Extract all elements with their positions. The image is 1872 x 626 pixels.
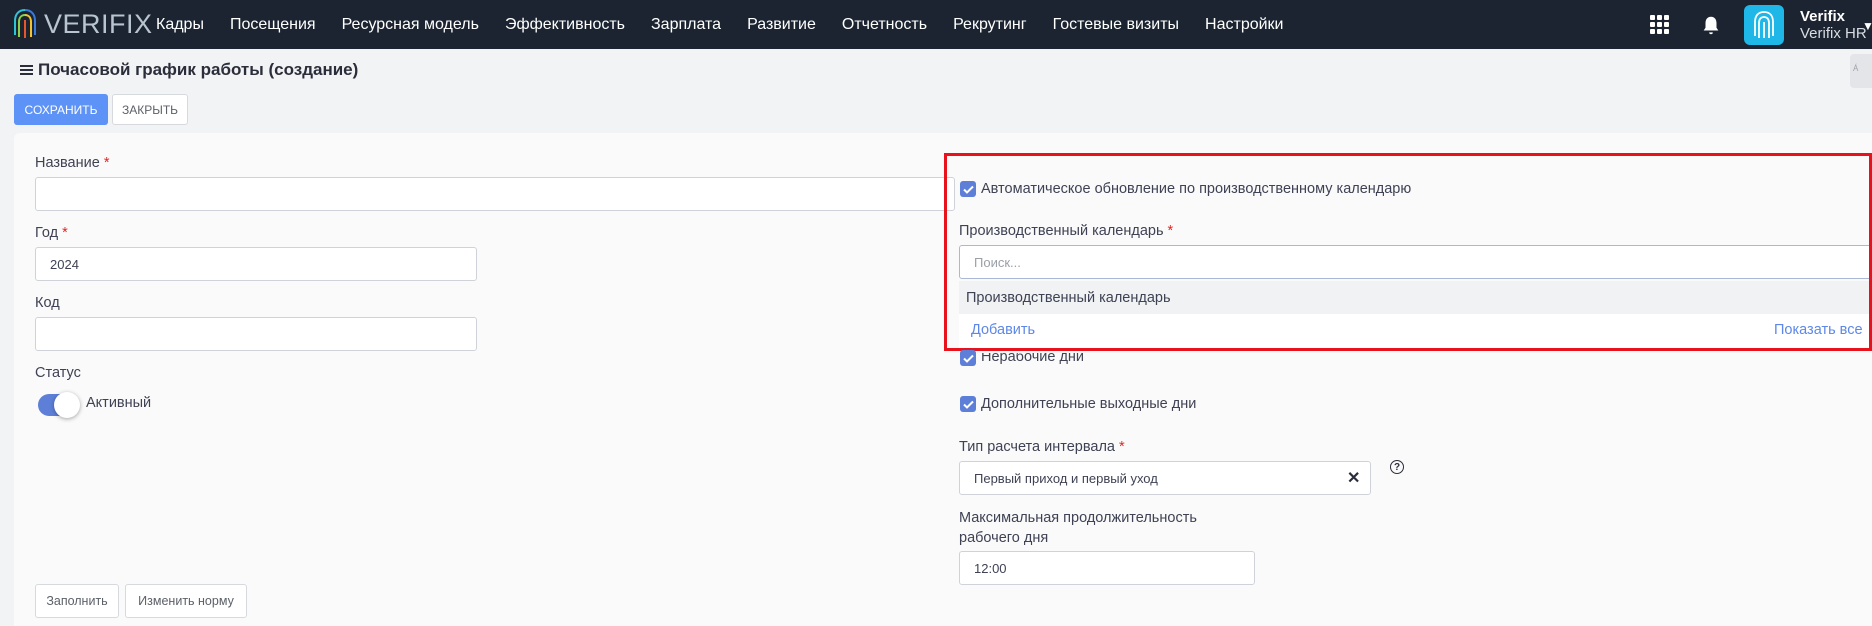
nav-item-kadry[interactable]: Кадры [156, 16, 204, 34]
top-navbar: VERIFIX Кадры Посещения Ресурсная модель… [0, 0, 1872, 49]
code-label: Код [35, 295, 60, 311]
side-panel-tab[interactable]: Á [1850, 54, 1872, 88]
user-org: Verifix HR [1800, 24, 1867, 42]
max-duration-input[interactable]: 12:00 [959, 551, 1255, 585]
user-name: Verifix [1800, 7, 1846, 25]
interval-type-select[interactable]: Первый приход и первый уход [959, 461, 1371, 495]
fingerprint-avatar-icon [1754, 10, 1774, 38]
help-icon[interactable]: ? [1390, 460, 1404, 474]
main-menu: Кадры Посещения Ресурсная модель Эффекти… [156, 0, 1309, 49]
nav-item-visits[interactable]: Посещения [230, 16, 316, 34]
toggle-knob [54, 392, 80, 418]
user-menu[interactable]: Verifix Verifix HR [1800, 8, 1867, 42]
check-icon [962, 354, 974, 363]
nav-item-guest-visits[interactable]: Гостевые визиты [1053, 16, 1179, 34]
nav-item-settings[interactable]: Настройки [1205, 16, 1283, 34]
extra-days-label: Дополнительные выходные дни [981, 396, 1197, 412]
logo[interactable]: VERIFIX [12, 6, 153, 42]
max-duration-label-line2: рабочего дня [959, 530, 1049, 546]
nav-item-recruiting[interactable]: Рекрутинг [953, 16, 1027, 34]
chevron-down-icon[interactable]: ▼ [1862, 19, 1872, 33]
year-label: Год * [35, 225, 68, 241]
status-label: Статус [35, 365, 81, 381]
apps-grid-icon[interactable] [1650, 14, 1670, 35]
interval-type-label: Тип расчета интервала * [959, 439, 1125, 455]
max-duration-label-line1: Максимальная продолжительность [959, 510, 1197, 526]
nav-item-efficiency[interactable]: Эффективность [505, 16, 625, 34]
nav-item-resource-model[interactable]: Ресурсная модель [342, 16, 479, 34]
nav-item-reports[interactable]: Отчетность [842, 16, 927, 34]
highlight-box [944, 153, 1872, 351]
code-input[interactable] [35, 317, 477, 351]
extra-days-checkbox[interactable] [960, 396, 976, 412]
page-title-text: Почасовой график работы (создание) [38, 60, 359, 79]
status-value: Активный [86, 395, 152, 411]
check-icon [962, 400, 974, 409]
status-toggle[interactable] [38, 392, 80, 418]
year-input[interactable]: 2024 [35, 247, 477, 281]
avatar[interactable] [1744, 4, 1784, 45]
fingerprint-logo-icon [14, 9, 36, 38]
navbar-right: Verifix Verifix HR [1650, 0, 1867, 49]
save-button[interactable]: СОХРАНИТЬ [14, 94, 108, 125]
bell-icon[interactable] [1700, 14, 1722, 36]
name-label: Название * [35, 155, 110, 171]
change-norm-button[interactable]: Изменить норму [125, 584, 247, 618]
nav-item-salary[interactable]: Зарплата [651, 16, 721, 34]
page-title: Почасовой график работы (создание) [20, 60, 358, 80]
fill-button[interactable]: Заполнить [35, 584, 119, 618]
menu-burger-icon[interactable] [20, 65, 33, 75]
close-button[interactable]: ЗАКРЫТЬ [112, 94, 188, 125]
clear-icon[interactable]: ✕ [1347, 468, 1360, 488]
logo-text: VERIFIX [44, 8, 153, 39]
nav-item-development[interactable]: Развитие [747, 16, 816, 34]
nonworking-days-checkbox[interactable] [960, 350, 976, 366]
name-input[interactable] [35, 177, 955, 211]
